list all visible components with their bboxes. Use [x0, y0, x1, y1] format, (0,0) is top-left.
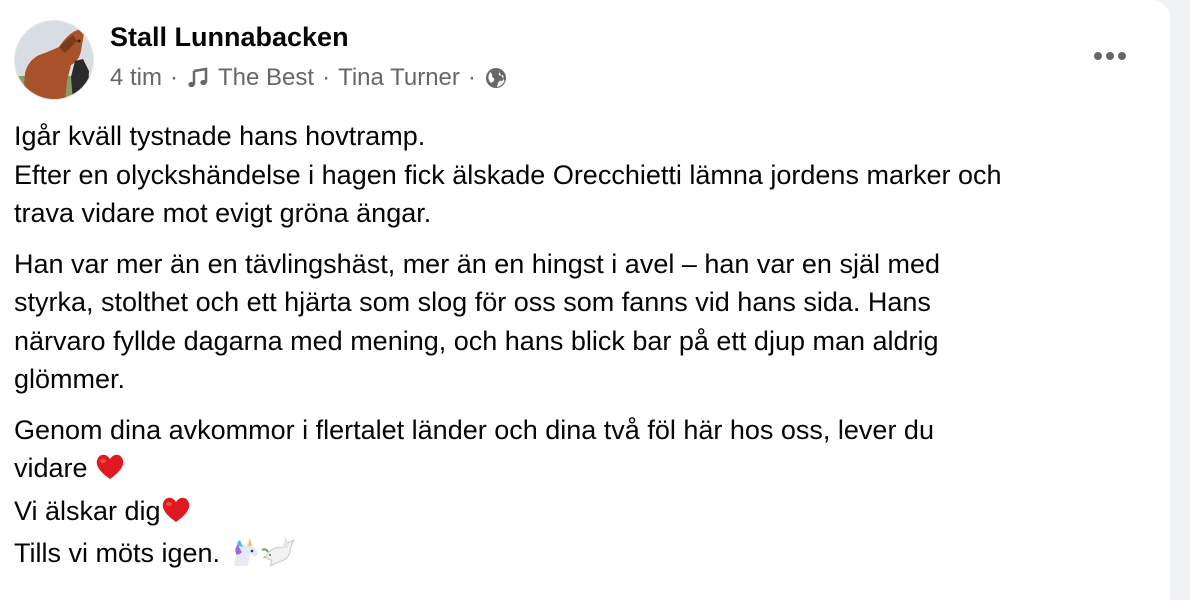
text-line: trava vidare mot evigt gröna ängar.: [14, 198, 432, 228]
text-line: Efter en olyckshändelse i hagen fick äls…: [14, 159, 1002, 190]
text-line: styrka, stolthet och ett hjärta som slog…: [14, 287, 931, 317]
text-segment: vidare: [14, 453, 96, 483]
text-line: närvaro fyllde dagarna med mening, och h…: [14, 325, 939, 356]
post-time[interactable]: 4 tim: [110, 64, 162, 92]
red-heart-icon: [161, 496, 191, 535]
text-line: Igår kväll tystnade hans hovtramp.: [14, 121, 426, 151]
paragraph: Genom dina avkommor i flertalet länder o…: [14, 411, 1164, 579]
post-meta: 4 tim · The Best · Tina Turner ·: [110, 64, 508, 92]
text-line: Han var mer än en tävlingshäst, mer än e…: [14, 248, 940, 279]
post-card: Stall Lunnabacken 4 tim · The Best · Tin…: [0, 0, 1170, 600]
globe-icon[interactable]: [484, 66, 508, 90]
separator: ·: [467, 64, 476, 91]
avatar[interactable]: [14, 20, 94, 100]
text-line: Vi älskar dig: [14, 492, 1164, 535]
separator: ·: [170, 64, 179, 91]
red-heart-icon: [95, 453, 125, 492]
text-line: vidare: [14, 449, 1164, 492]
horse-photo: [15, 21, 93, 99]
paragraph: Han var mer än en tävlingshäst, mer än e…: [14, 245, 1164, 399]
music-note-icon: [186, 66, 210, 90]
text-line: glömmer.: [14, 364, 126, 394]
text-line: Tills vi möts igen.: [14, 534, 1164, 579]
more-options-button[interactable]: [1080, 36, 1140, 76]
paragraph: Igår kväll tystnade hans hovtramp. Efter…: [14, 117, 1164, 233]
more-options-icon: [1094, 52, 1126, 60]
separator: ·: [322, 64, 331, 91]
post-text: Igår kväll tystnade hans hovtramp. Efter…: [14, 117, 1164, 591]
text-segment: Vi älskar dig: [14, 495, 161, 526]
text-segment: Tills vi möts igen.: [14, 538, 228, 568]
text-line: Genom dina avkommor i flertalet länder o…: [14, 414, 934, 445]
unicorn-icon: [228, 536, 262, 579]
song-title[interactable]: The Best: [218, 64, 314, 92]
dove-icon: [261, 536, 298, 579]
author-name[interactable]: Stall Lunnabacken: [110, 22, 349, 53]
song-artist[interactable]: Tina Turner: [338, 64, 460, 92]
